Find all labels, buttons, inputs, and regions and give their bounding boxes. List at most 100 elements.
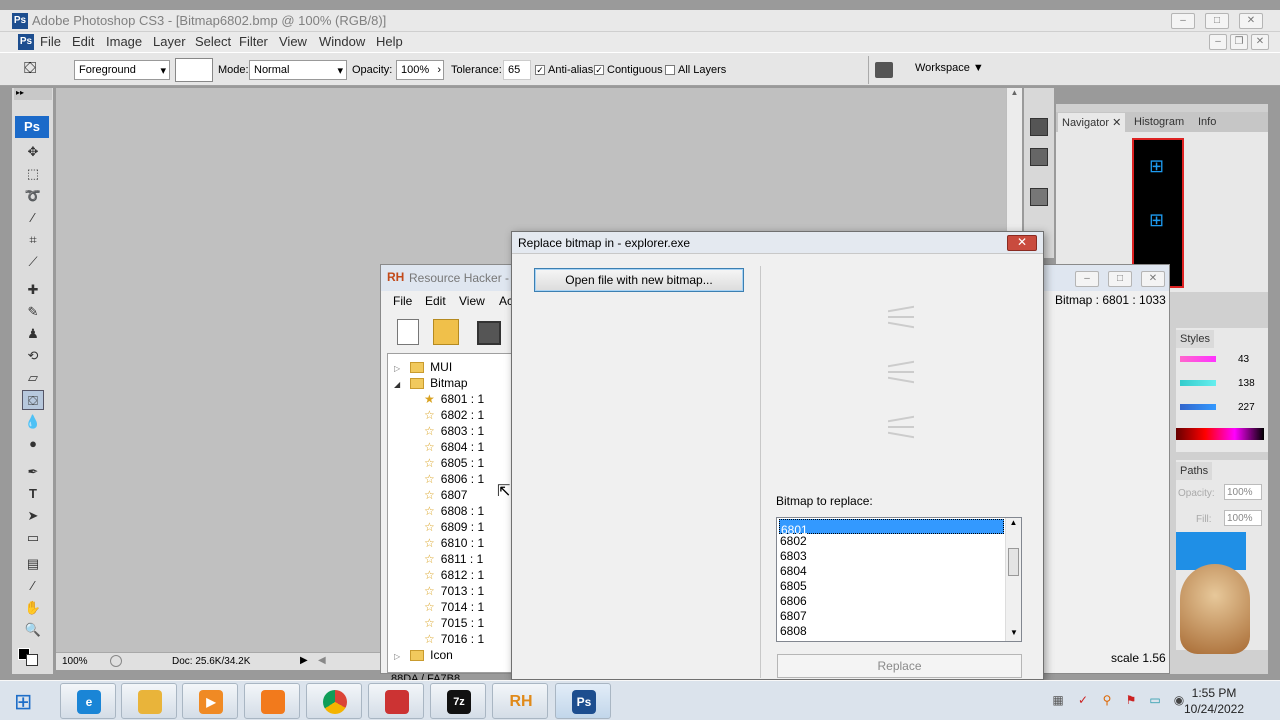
taskbar-media[interactable]: ▶ [182,683,238,719]
expand-icon[interactable]: ▷ [394,364,400,373]
bitmap-list-item[interactable]: 6803 [779,549,1004,564]
collapse-icon[interactable]: ◢ [394,380,400,389]
dialog-close-button[interactable]: ✕ [1007,235,1037,251]
tree-bitmap-item[interactable]: ☆ 6803 : 1 [424,424,484,440]
taskbar-uc[interactable] [244,683,300,719]
menu-help[interactable]: Help [376,34,403,49]
paint-bucket-tool-icon[interactable]: ⛋ [22,390,44,410]
tool-presets-icon[interactable] [1030,188,1048,206]
tree-bitmap-item[interactable]: ☆ 6805 : 1 [424,456,484,472]
bridge-icon[interactable] [875,62,893,78]
tree-bitmap-item[interactable]: ☆ 7015 : 1 [424,616,484,632]
layer-opacity-input[interactable]: 100% [1224,484,1262,500]
tree-bitmap-item[interactable]: ☆ 6812 : 1 [424,568,484,584]
tree-bitmap-item[interactable]: ☆ 6807 [424,488,467,504]
open-new-bitmap-button[interactable]: Open file with new bitmap... [534,268,744,292]
hscroll-left-icon[interactable]: ◀ [318,655,326,666]
tray-flag-icon[interactable]: ⚑ [1123,692,1139,708]
maximize-button[interactable]: □ [1205,13,1229,29]
bitmap-list-item[interactable]: 6805 [779,579,1004,594]
blue-slider[interactable] [1180,404,1216,410]
move-tool-icon[interactable]: ✥ [22,142,44,162]
taskbar-ie[interactable]: e [60,683,116,719]
menu-image[interactable]: Image [106,34,142,49]
paint-bucket-icon[interactable]: ⛋ [24,60,44,80]
doc-close-button[interactable]: ✕ [1251,34,1269,50]
rh-maximize-button[interactable]: □ [1108,271,1132,287]
zoom-level[interactable]: 100% [62,656,88,667]
red-value[interactable]: 43 [1238,354,1249,365]
clone-stamp-icon[interactable]: ♟ [22,324,44,344]
taskbar-photoshop[interactable]: Ps [555,683,611,719]
tray-check-icon[interactable]: ✓ [1075,692,1091,708]
rh-close-button[interactable]: ✕ [1141,271,1165,287]
scroll-thumb[interactable] [1008,548,1019,576]
new-file-icon[interactable] [397,319,419,345]
bitmap-list[interactable]: 6801 6802 6803 6804 6805 6806 6807 6808 ▲ ▼ [776,517,1022,642]
minimize-button[interactable]: – [1171,13,1195,29]
blur-tool-icon[interactable]: 💧 [22,412,44,432]
slice-tool-icon[interactable]: ⟋ [22,252,44,272]
blue-value[interactable]: 227 [1238,402,1255,413]
background-color-swatch[interactable] [26,654,38,666]
history-panel-icon[interactable] [1030,118,1048,136]
green-slider[interactable] [1180,380,1216,386]
zoom-tool-icon[interactable]: 🔍 [22,620,44,640]
bitmap-list-item[interactable]: 6806 [779,594,1004,609]
actions-panel-icon[interactable] [1030,148,1048,166]
expand-icon[interactable]: ▷ [394,652,400,661]
tab-styles[interactable]: Styles [1176,330,1214,348]
magic-wand-tool-icon[interactable]: ⁄ [22,208,44,228]
tree-bitmap-item[interactable]: ☆ 7014 : 1 [424,600,484,616]
bitmap-list-item[interactable]: 6807 [779,609,1004,624]
menu-filter[interactable]: Filter [239,34,268,49]
close-button[interactable]: ✕ [1239,13,1263,29]
tree-bitmap-item[interactable]: ☆ 7016 : 1 [424,632,484,648]
green-value[interactable]: 138 [1238,378,1255,389]
menu-window[interactable]: Window [319,34,365,49]
menu-select[interactable]: Select [195,34,231,49]
save-file-icon[interactable] [477,321,501,345]
rh-minimize-button[interactable]: – [1075,271,1099,287]
healing-brush-icon[interactable]: ✚ [22,280,44,300]
status-menu-icon[interactable] [110,655,122,667]
menu-file[interactable]: File [40,34,61,49]
taskbar-7zip[interactable]: 7z [430,683,486,719]
tree-bitmap-item[interactable]: ☆ 7013 : 1 [424,584,484,600]
tray-monitor-icon[interactable]: ▭ [1147,692,1163,708]
taskbar-resource-hacker[interactable]: RH [492,683,548,719]
photoshop-online-icon[interactable]: Ps [15,116,49,138]
crop-tool-icon[interactable]: ⌗ [22,230,44,250]
fill-source-select[interactable]: Foreground ▾ [74,60,170,80]
menu-view[interactable]: View [279,34,307,49]
tab-paths[interactable]: Paths [1176,462,1213,480]
taskbar-toolbox[interactable] [368,683,424,719]
bitmap-list-item[interactable]: 6808 [779,624,1004,639]
tree-bitmap-item[interactable]: ☆ 6808 : 1 [424,504,484,520]
open-file-icon[interactable] [433,319,459,345]
tray-search-icon[interactable]: ⚲ [1099,692,1115,708]
tree-bitmap-item[interactable]: ☆ 6802 : 1 [424,408,484,424]
replace-button[interactable]: Replace [777,654,1022,678]
dodge-tool-icon[interactable]: ● [22,434,44,454]
layer-fill-input[interactable]: 100% [1224,510,1262,526]
tree-bitmap-item[interactable]: ☆ 6809 : 1 [424,520,484,536]
mode-select[interactable]: Normal ▾ [249,60,347,80]
bitmap-list-item[interactable]: 6804 [779,564,1004,579]
history-brush-icon[interactable]: ⟲ [22,346,44,366]
eyedropper-tool-icon[interactable]: ⁄ [22,576,44,596]
tree-bitmap-item[interactable]: ★ 6801 : 1 [424,392,484,408]
all-layers-checkbox[interactable] [665,65,675,75]
anti-alias-checkbox[interactable]: ✓ [535,65,545,75]
tolerance-input[interactable]: 65 [503,60,531,80]
taskbar-chrome[interactable] [306,683,362,719]
menu-edit[interactable]: Edit [72,34,94,49]
hand-tool-icon[interactable]: ✋ [22,598,44,618]
resource-tree[interactable]: ▷ MUI ◢ Bitmap ★ 6801 : 1 ☆ 6802 : 1 ☆ 6803 : 1… [387,353,513,673]
red-slider[interactable] [1180,356,1216,362]
tree-folder-icon[interactable]: Icon [430,648,453,662]
eraser-tool-icon[interactable]: ▱ [22,368,44,388]
tab-info[interactable]: Info [1194,113,1220,131]
start-button[interactable]: ⊞ [14,689,32,715]
contiguous-checkbox[interactable]: ✓ [594,65,604,75]
